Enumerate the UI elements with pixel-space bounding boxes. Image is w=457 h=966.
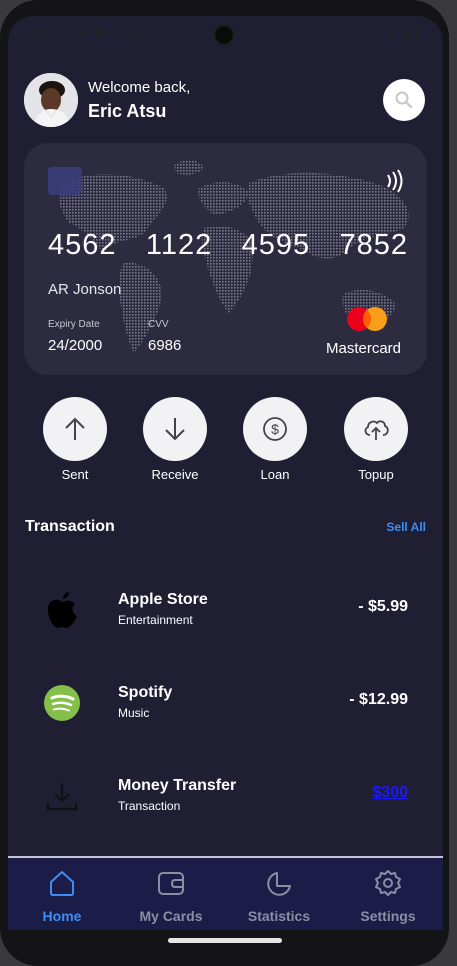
loan-button[interactable]: $ xyxy=(243,397,307,461)
contactless-icon xyxy=(387,169,403,193)
nav-label-settings: Settings xyxy=(360,908,416,924)
g-icon: G xyxy=(124,25,141,40)
home-indicator[interactable] xyxy=(168,938,282,943)
status-notification-icons: ✢M◊G• xyxy=(78,25,151,41)
wallet-icon xyxy=(158,872,184,895)
card-number-group: 1122 xyxy=(145,229,213,261)
signal-icon: ◢ xyxy=(399,25,414,40)
arrow-up-icon xyxy=(65,417,85,440)
transaction-amount-link[interactable]: $300 xyxy=(372,784,408,802)
status-bar: 6:02 ✢M◊G• ▾◢▮ xyxy=(8,16,443,52)
topup-action[interactable]: Topup xyxy=(344,397,408,482)
front-camera xyxy=(213,24,235,46)
card-number-group: 7852 xyxy=(339,229,408,261)
transaction-name: Spotify xyxy=(118,684,173,701)
app-screen: 6:02 ✢M◊G• ▾◢▮ Welcome back, Eric Atsu 4… xyxy=(8,16,443,930)
apple-icon xyxy=(42,590,82,630)
card-number-group: 4562 xyxy=(48,229,117,261)
transaction-amount: - $12.99 xyxy=(349,691,408,708)
m-icon: M xyxy=(94,25,112,40)
see-all-link[interactable]: Sell All xyxy=(386,520,426,534)
dot-icon: • xyxy=(140,25,151,40)
shield-icon: ◊ xyxy=(111,25,125,40)
cvv-label: CVV xyxy=(148,319,169,330)
welcome-text: Welcome back, xyxy=(88,79,191,96)
mastercard-logo-icon xyxy=(347,307,387,331)
arrow-down-icon xyxy=(165,418,185,441)
user-name: Eric Atsu xyxy=(88,101,167,121)
transaction-category: Entertainment xyxy=(118,613,193,627)
cvv-value: 6986 xyxy=(148,337,182,354)
card-brand: Mastercard xyxy=(326,340,402,357)
transaction-name: Money Transfer xyxy=(118,777,237,794)
topup-button[interactable] xyxy=(344,397,408,461)
search-button[interactable] xyxy=(383,79,425,121)
wifi-icon: ▾ xyxy=(389,25,400,40)
nav-item-statistics[interactable]: Statistics xyxy=(229,866,329,924)
expiry-label: Expiry Date xyxy=(48,319,100,330)
transaction-row[interactable]: Apple Store Entertainment - $5.99 xyxy=(8,580,443,640)
card-number: 4562 1122 4595 7852 xyxy=(48,229,408,262)
loan-action[interactable]: $ Loan xyxy=(243,397,307,482)
transaction-row[interactable]: Spotify Music - $12.99 xyxy=(8,673,443,733)
gear-icon xyxy=(375,870,401,896)
cloud-upload-icon xyxy=(364,420,389,440)
expiry-value: 24/2000 xyxy=(48,337,103,354)
sent-action[interactable]: Sent xyxy=(43,397,107,482)
topup-label: Topup xyxy=(358,467,394,482)
bottom-navigation: Home My Cards Statistics Settings xyxy=(8,856,443,930)
status-time: 6:02 xyxy=(30,26,56,41)
receive-action[interactable]: Receive xyxy=(143,397,207,482)
nav-item-home[interactable]: Home xyxy=(12,866,112,924)
nav-label-home: Home xyxy=(42,908,82,924)
loan-label: Loan xyxy=(260,467,290,482)
transaction-section-title: Transaction xyxy=(25,518,115,535)
sent-button[interactable] xyxy=(43,397,107,461)
receive-label: Receive xyxy=(151,467,199,482)
credit-card[interactable]: 4562 1122 4595 7852 AR Jonson Expiry Dat… xyxy=(24,143,427,375)
transaction-row[interactable]: Money Transfer Transaction $300 xyxy=(8,766,443,826)
transaction-name: Apple Store xyxy=(118,591,208,608)
battery-icon: ▮ xyxy=(413,25,425,40)
dollar-icon: $ xyxy=(263,417,287,441)
transaction-category: Transaction xyxy=(118,799,181,813)
svg-text:$: $ xyxy=(271,421,279,437)
search-icon xyxy=(395,91,413,109)
download-icon xyxy=(42,776,82,816)
spotify-icon xyxy=(42,683,82,723)
receive-button[interactable] xyxy=(143,397,207,461)
pie-chart-icon xyxy=(267,872,291,896)
phone-frame: 6:02 ✢M◊G• ▾◢▮ Welcome back, Eric Atsu 4… xyxy=(0,0,449,966)
nav-item-settings[interactable]: Settings xyxy=(338,866,438,924)
transaction-category: Music xyxy=(118,706,150,720)
nav-label-my-cards: My Cards xyxy=(139,908,203,924)
status-system-icons: ▾◢▮ xyxy=(389,25,425,41)
card-chip xyxy=(48,167,82,195)
nav-item-my-cards[interactable]: My Cards xyxy=(121,866,221,924)
nav-label-statistics: Statistics xyxy=(247,908,311,924)
avatar[interactable] xyxy=(24,73,78,127)
fan-icon: ✢ xyxy=(78,25,95,40)
transaction-amount: - $5.99 xyxy=(358,598,408,615)
sent-label: Sent xyxy=(61,467,89,482)
card-number-group: 4595 xyxy=(241,229,311,261)
card-holder-name: AR Jonson xyxy=(48,281,122,298)
home-icon xyxy=(50,871,74,896)
